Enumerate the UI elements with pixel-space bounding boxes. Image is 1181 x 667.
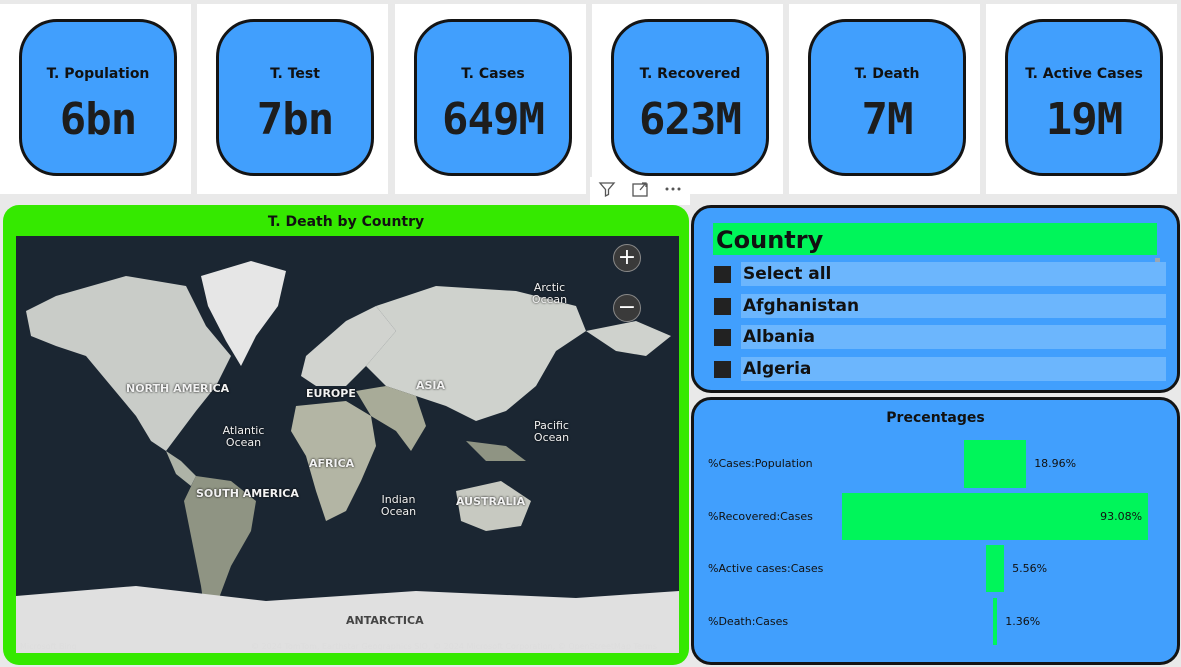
slicer-item-label: Select all xyxy=(743,264,832,284)
map-label-south-america: SOUTH AMERICA xyxy=(196,487,299,500)
kpi-death-cell: T. Death 7M xyxy=(789,4,980,194)
zoom-in-button[interactable]: + xyxy=(613,244,641,272)
kpi-label: T. Death xyxy=(854,66,920,82)
kpi-value: 649M xyxy=(442,94,545,145)
country-slicer: Country Select all Afghanistan Albania A… xyxy=(691,205,1180,393)
checkbox[interactable] xyxy=(714,329,731,346)
map-label-arctic: Arctic Ocean xyxy=(531,281,568,306)
percentage-value: 5.56% xyxy=(1012,561,1048,575)
map-visual: T. Death by Country Arctic Ocean NORTH A… xyxy=(3,205,689,665)
map-label-asia: ASIA xyxy=(416,379,446,392)
percentage-bar[interactable] xyxy=(985,545,1005,592)
slicer-item-algeria[interactable]: Algeria xyxy=(714,357,1166,381)
percentages-visual: Precentages %Cases:Population 18.96% %Reco… xyxy=(691,397,1180,665)
kpi-active-cell: T. Active Cases 19M xyxy=(986,4,1177,194)
kpi-value: 7bn xyxy=(256,94,334,145)
kpi-label: T. Active Cases xyxy=(1025,66,1143,82)
kpi-card-death[interactable]: T. Death 7M xyxy=(808,19,966,176)
kpi-label: T. Cases xyxy=(461,66,525,82)
filter-icon[interactable] xyxy=(598,180,616,202)
map-attribution[interactable]: © 2024 TomTom, Earthstar Geographics SIO… xyxy=(251,642,657,651)
map-label-atlantic: Atlantic Ocean xyxy=(222,424,265,449)
map-label-pacific: Pacific Ocean xyxy=(533,419,570,444)
kpi-row: T. Population 6bn T. Test 7bn T. Cases 6… xyxy=(0,0,1181,197)
percentage-value: 93.08% xyxy=(1100,509,1143,523)
map-label-north-america: NORTH AMERICA xyxy=(126,382,230,395)
percentage-label: %Death:Cases xyxy=(708,614,789,628)
checkbox[interactable] xyxy=(714,298,731,315)
percentage-bar[interactable] xyxy=(992,598,998,645)
slicer-header: Country xyxy=(713,223,1157,255)
percentage-value: 18.96% xyxy=(1034,457,1077,470)
kpi-population-cell: T. Population 6bn xyxy=(0,4,191,194)
percentage-row: %Recovered:Cases 93.08% xyxy=(694,493,1177,540)
map-title: T. Death by Country xyxy=(267,214,425,230)
percentage-row: %Death:Cases 1.36% xyxy=(694,598,1177,645)
kpi-test-cell: T. Test 7bn xyxy=(197,4,388,194)
kpi-card-population[interactable]: T. Population 6bn xyxy=(19,19,177,176)
kpi-value: 6bn xyxy=(59,94,137,145)
focus-mode-icon[interactable] xyxy=(631,180,649,202)
kpi-card-test[interactable]: T. Test 7bn xyxy=(216,19,374,176)
kpi-card-active-cases[interactable]: T. Active Cases 19M xyxy=(1005,19,1163,176)
slicer-item-select-all[interactable]: Select all xyxy=(714,262,1166,286)
slicer-item-label: Albania xyxy=(743,327,816,347)
slicer-item-albania[interactable]: Albania xyxy=(714,325,1166,349)
kpi-value: 623M xyxy=(639,94,742,145)
more-options-icon[interactable] xyxy=(664,180,682,202)
kpi-card-cases[interactable]: T. Cases 649M xyxy=(414,19,572,176)
zoom-out-button[interactable]: − xyxy=(613,294,641,322)
map-background xyxy=(16,236,679,653)
kpi-cases-cell: T. Cases 649M xyxy=(395,4,586,194)
percentage-label: %Active cases:Cases xyxy=(708,561,824,575)
kpi-value: 19M xyxy=(1045,94,1123,145)
percentage-row: %Active cases:Cases 5.56% xyxy=(694,545,1177,592)
bing-logo: Microsoft Bing xyxy=(20,642,77,651)
percentage-value: 1.36% xyxy=(1005,614,1041,628)
checkbox[interactable] xyxy=(714,266,731,283)
map-label-australia: AUSTRALIA xyxy=(456,495,526,508)
map-label-antarctica: ANTARCTICA xyxy=(346,614,424,627)
kpi-label: T. Test xyxy=(270,66,320,82)
map-label-europe: EUROPE xyxy=(306,387,356,400)
checkbox[interactable] xyxy=(714,361,731,378)
kpi-label: T. Population xyxy=(46,66,150,82)
map-label-indian: Indian Ocean xyxy=(380,493,417,518)
kpi-label: T. Recovered xyxy=(639,66,741,82)
slicer-item-label: Algeria xyxy=(743,359,812,379)
slicer-item-afghanistan[interactable]: Afghanistan xyxy=(714,294,1166,318)
percentage-bar[interactable] xyxy=(963,440,1027,488)
map-label-africa: AFRICA xyxy=(309,457,355,470)
kpi-value: 7M xyxy=(861,94,914,145)
world-map[interactable]: Arctic Ocean NORTH AMERICA EUROPE ASIA A… xyxy=(16,236,679,653)
slicer-item-label: Afghanistan xyxy=(743,296,860,316)
visual-header-toolbar xyxy=(590,177,690,205)
percentages-title: Precentages xyxy=(886,410,985,426)
kpi-recovered-cell: T. Recovered 623M xyxy=(592,4,783,194)
percentage-row: %Cases:Population 18.96% xyxy=(694,440,1177,488)
percentage-label: %Cases:Population xyxy=(708,457,813,470)
kpi-card-recovered[interactable]: T. Recovered 623M xyxy=(611,19,769,176)
percentage-label: %Recovered:Cases xyxy=(708,509,813,523)
